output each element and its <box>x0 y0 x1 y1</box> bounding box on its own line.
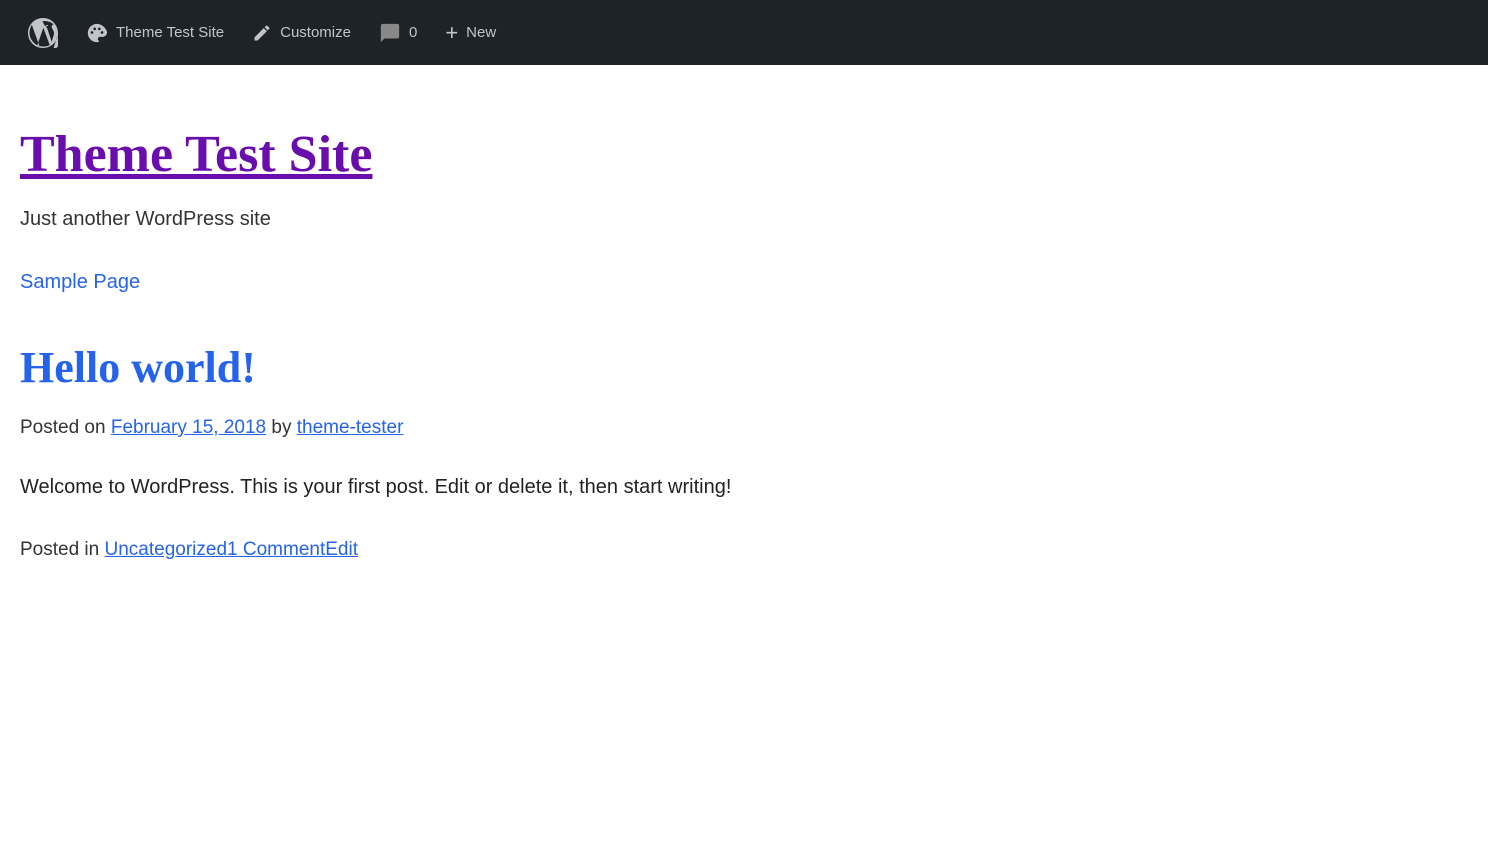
wp-logo-button[interactable] <box>16 12 70 54</box>
post-article: Hello world! Posted on February 15, 2018… <box>20 342 1468 561</box>
new-label: New <box>466 24 496 41</box>
customize-icon <box>252 23 272 43</box>
comments-button[interactable]: 0 <box>367 16 429 50</box>
post-content-text: Welcome to WordPress. This is your first… <box>20 471 1468 503</box>
nav-sample-page[interactable]: Sample Page <box>20 271 140 293</box>
customize-button[interactable]: Customize <box>240 17 363 49</box>
new-content-button[interactable]: + New <box>433 16 508 50</box>
post-meta: Posted on February 15, 2018 by theme-tes… <box>20 417 1468 439</box>
customize-label: Customize <box>280 24 351 41</box>
post-title-link[interactable]: Hello world! <box>20 343 256 392</box>
post-footer: Posted in Uncategorized1 CommentEdit <box>20 539 1468 561</box>
site-title-link[interactable]: Theme Test Site <box>20 155 372 175</box>
by-label: by <box>271 417 296 438</box>
post-title: Hello world! <box>20 342 1468 393</box>
plus-icon: + <box>445 22 458 44</box>
post-content: Welcome to WordPress. This is your first… <box>20 471 1468 503</box>
admin-bar: Theme Test Site Customize 0 + New <box>0 0 1488 65</box>
site-title: Theme Test Site <box>20 125 372 184</box>
site-name-label: Theme Test Site <box>116 24 224 41</box>
comments-count-badge: 0 <box>409 24 417 41</box>
post-category-link[interactable]: Uncategorized <box>105 539 228 560</box>
site-name-button[interactable]: Theme Test Site <box>74 16 236 50</box>
posted-in-text: Posted in <box>20 539 105 560</box>
main-content: Theme Test Site Just another WordPress s… <box>0 65 1488 601</box>
site-nav: Sample Page <box>20 271 1468 294</box>
posted-on-label: Posted on <box>20 417 111 438</box>
post-comments-link[interactable]: 1 Comment <box>227 539 325 560</box>
post-author-link[interactable]: theme-tester <box>297 417 404 438</box>
comments-icon <box>379 22 401 44</box>
site-description: Just another WordPress site <box>20 208 1468 231</box>
wordpress-icon <box>28 18 58 48</box>
post-date-link[interactable]: February 15, 2018 <box>111 417 266 438</box>
post-edit-link[interactable]: Edit <box>325 539 358 560</box>
palette-icon <box>86 22 108 44</box>
